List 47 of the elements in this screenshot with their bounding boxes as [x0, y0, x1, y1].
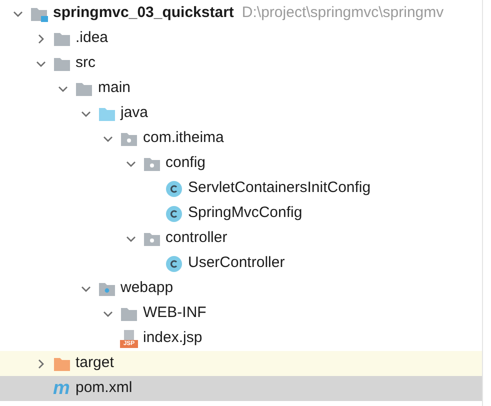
tree-row[interactable]: java	[0, 101, 482, 126]
package-icon	[120, 130, 138, 146]
package-icon	[142, 230, 160, 246]
item-label: target	[76, 353, 114, 374]
item-label: main	[98, 78, 131, 98]
tree-row[interactable]: src	[0, 51, 482, 76]
module-folder-icon	[30, 6, 48, 22]
item-label: java	[120, 103, 148, 124]
item-label: .idea	[76, 28, 108, 48]
tree-row[interactable]: controller	[0, 226, 482, 251]
maven-icon: m	[53, 380, 70, 398]
folder-icon	[98, 106, 116, 122]
item-label: pom.xml	[76, 378, 132, 398]
tree-row[interactable]: webapp	[0, 276, 482, 301]
folder-icon	[52, 30, 70, 46]
item-label: UserController	[188, 253, 285, 274]
package-icon	[142, 156, 160, 172]
item-label: com.itheima	[143, 128, 224, 148]
tree-row[interactable]: main	[0, 76, 482, 101]
item-label: src	[76, 53, 96, 74]
tree-row[interactable]: target	[0, 351, 482, 376]
item-label: config	[166, 153, 206, 174]
item-label: webapp	[120, 278, 174, 298]
tree-row[interactable]: WEB-INF	[0, 301, 482, 326]
folder-icon	[52, 56, 70, 72]
folder-icon	[120, 306, 138, 322]
module-path: D:\project\springmvc\springmv	[242, 3, 444, 24]
item-label: ServletContainersInitConfig	[188, 178, 371, 198]
folder-icon	[52, 356, 70, 372]
item-label: SpringMvcConfig	[188, 203, 302, 224]
tree-row[interactable]: config	[0, 151, 482, 176]
tree-row[interactable]: m pom.xml	[0, 376, 482, 401]
class-icon	[166, 256, 182, 272]
tree-row[interactable]: UserController	[0, 251, 482, 276]
class-icon	[166, 206, 182, 222]
tree-row[interactable]: springmvc_03_quickstart D:\project\springmvc\springmv	[0, 1, 482, 26]
tree-row[interactable]: .idea	[0, 26, 482, 51]
folder-icon	[75, 80, 93, 96]
class-icon	[166, 180, 182, 196]
tree-row[interactable]: ServletContainersInitConfig	[0, 176, 482, 201]
item-label: index.jsp	[143, 328, 202, 348]
tree-row[interactable]: com.itheima	[0, 126, 482, 151]
item-label: controller	[166, 228, 228, 248]
tree-row[interactable]: SpringMvcConfig	[0, 201, 482, 226]
folder-icon	[98, 280, 116, 296]
item-label: WEB-INF	[143, 303, 206, 324]
item-label: springmvc_03_quickstart	[53, 3, 234, 24]
